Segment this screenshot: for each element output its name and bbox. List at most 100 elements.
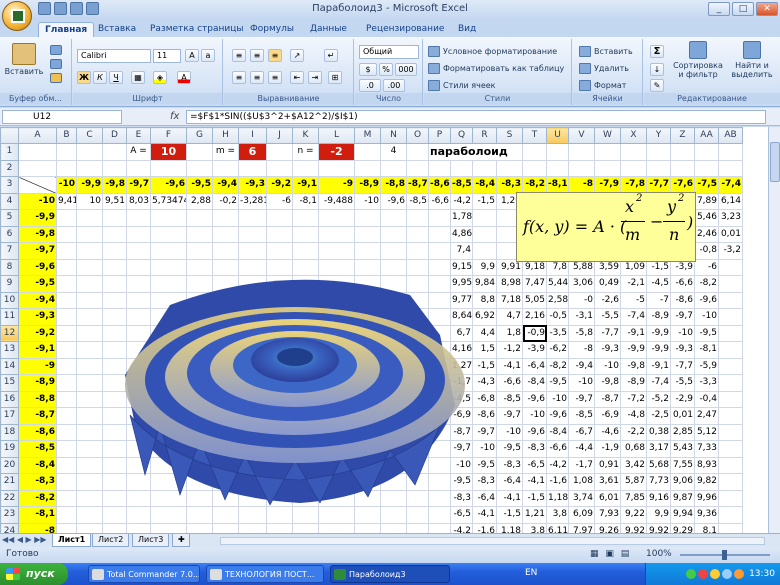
- cell[interactable]: [380, 522, 407, 533]
- value-cell[interactable]: [718, 324, 743, 342]
- cell[interactable]: [212, 225, 239, 243]
- value-cell[interactable]: 6,01: [594, 489, 621, 507]
- format-painter-icon[interactable]: [50, 73, 62, 83]
- value-cell[interactable]: -1,5: [496, 506, 523, 524]
- value-cell[interactable]: [718, 374, 743, 392]
- label-a[interactable]: A =: [126, 143, 151, 161]
- value-cell[interactable]: 3,42: [620, 456, 647, 474]
- row-header[interactable]: 1: [0, 143, 19, 161]
- clear-button[interactable]: ✎: [650, 79, 664, 92]
- column-header[interactable]: J: [266, 127, 293, 144]
- cell[interactable]: [238, 159, 267, 177]
- merge-cells-button[interactable]: ⊞: [328, 71, 342, 84]
- value-n[interactable]: -2: [318, 143, 355, 161]
- value-cell[interactable]: -0: [568, 291, 595, 309]
- value-cell[interactable]: -9,8: [594, 374, 621, 392]
- y-value-cell[interactable]: -9: [18, 357, 57, 375]
- value-cell[interactable]: 5,68: [646, 456, 671, 474]
- value-cell[interactable]: -6,6: [428, 192, 451, 210]
- row-header[interactable]: 3: [0, 176, 19, 194]
- insert-sheet-icon[interactable]: ✚: [172, 534, 190, 547]
- value-cell[interactable]: [718, 506, 743, 524]
- value-cell[interactable]: -0,5: [546, 308, 569, 326]
- value-cell[interactable]: -6,4: [496, 473, 523, 491]
- cell[interactable]: [238, 522, 267, 533]
- taskbar-item-total-commander[interactable]: Total Commander 7.0...: [88, 565, 200, 583]
- value-cell[interactable]: 1,18: [546, 489, 569, 507]
- row-header[interactable]: 23: [0, 506, 19, 524]
- column-header[interactable]: H: [212, 127, 239, 144]
- row-header[interactable]: 4: [0, 192, 19, 210]
- value-cell[interactable]: -0,8: [694, 242, 719, 260]
- cell[interactable]: [56, 506, 77, 524]
- cell[interactable]: [646, 143, 671, 161]
- cell[interactable]: [56, 308, 77, 326]
- value-cell[interactable]: 7,85: [620, 489, 647, 507]
- increase-indent-button[interactable]: ⇥: [308, 71, 322, 84]
- cell[interactable]: [56, 456, 77, 474]
- value-cell[interactable]: -4,6: [594, 423, 621, 441]
- value-cell[interactable]: 2,47: [694, 407, 719, 425]
- value-cell[interactable]: 6,14: [718, 192, 743, 210]
- surface-chart[interactable]: [110, 265, 495, 510]
- delete-cells-button[interactable]: Удалить: [579, 63, 629, 74]
- value-cell[interactable]: -6,5: [522, 456, 547, 474]
- value-cell[interactable]: 1,18: [496, 522, 523, 533]
- value-cell[interactable]: 0,38: [646, 423, 671, 441]
- column-header[interactable]: X: [620, 127, 647, 144]
- value-cell[interactable]: -6,2: [546, 341, 569, 359]
- zoom-level[interactable]: 100%: [646, 549, 672, 559]
- cell[interactable]: [380, 159, 407, 177]
- cell[interactable]: [76, 209, 103, 227]
- underline-button[interactable]: Ч: [109, 71, 123, 84]
- cell[interactable]: [620, 143, 647, 161]
- value-cell[interactable]: [718, 357, 743, 375]
- y-value-cell[interactable]: -9,6: [18, 258, 57, 276]
- y-value-cell[interactable]: -9,2: [18, 324, 57, 342]
- cell[interactable]: [428, 522, 451, 533]
- value-n-extra[interactable]: 4: [380, 143, 407, 161]
- cell[interactable]: [76, 159, 103, 177]
- row-header[interactable]: 14: [0, 357, 19, 375]
- formula-input[interactable]: =$F$1*SIN(($U$3^2+$A12^2)/$I$1): [186, 110, 766, 124]
- cell[interactable]: [694, 159, 719, 177]
- value-cell[interactable]: -9,5: [694, 324, 719, 342]
- cell[interactable]: [56, 324, 77, 342]
- grow-font-button[interactable]: A: [185, 49, 199, 62]
- value-cell[interactable]: -8,4: [546, 423, 569, 441]
- cell[interactable]: [126, 522, 151, 533]
- value-cell[interactable]: 8,98: [496, 275, 523, 293]
- cell[interactable]: [56, 242, 77, 260]
- row-header[interactable]: 24: [0, 522, 19, 533]
- insert-cells-button[interactable]: Вставить: [579, 46, 633, 57]
- value-cell[interactable]: -10: [546, 390, 569, 408]
- value-cell[interactable]: [718, 308, 743, 326]
- cell[interactable]: [670, 159, 695, 177]
- value-cell[interactable]: 9,26: [594, 522, 621, 533]
- value-cell[interactable]: -4,5: [646, 275, 671, 293]
- cell[interactable]: [450, 159, 473, 177]
- cell[interactable]: [76, 522, 103, 533]
- cell[interactable]: [406, 522, 429, 533]
- value-cell[interactable]: -9,9: [646, 324, 671, 342]
- taskbar-item-word[interactable]: ТЕХНОЛОГИЯ ПОСТ...: [206, 565, 324, 583]
- value-cell[interactable]: 1,21: [522, 506, 547, 524]
- y-value-cell[interactable]: -9,8: [18, 225, 57, 243]
- cell[interactable]: [318, 159, 355, 177]
- column-header[interactable]: P: [428, 127, 451, 144]
- value-cell[interactable]: -9,8: [620, 357, 647, 375]
- value-cell[interactable]: -8,2: [694, 275, 719, 293]
- cell[interactable]: [406, 209, 429, 227]
- value-cell[interactable]: -8,6: [670, 291, 695, 309]
- value-cell[interactable]: 9,16: [646, 489, 671, 507]
- value-cell[interactable]: 7,18: [496, 291, 523, 309]
- align-right-button[interactable]: ≡: [268, 71, 282, 84]
- cell[interactable]: [56, 374, 77, 392]
- row-header[interactable]: 22: [0, 489, 19, 507]
- cell[interactable]: [594, 159, 621, 177]
- column-header[interactable]: O: [406, 127, 429, 144]
- cell[interactable]: [56, 341, 77, 359]
- column-header[interactable]: C: [76, 127, 103, 144]
- cell[interactable]: [354, 159, 381, 177]
- column-header[interactable]: S: [496, 127, 523, 144]
